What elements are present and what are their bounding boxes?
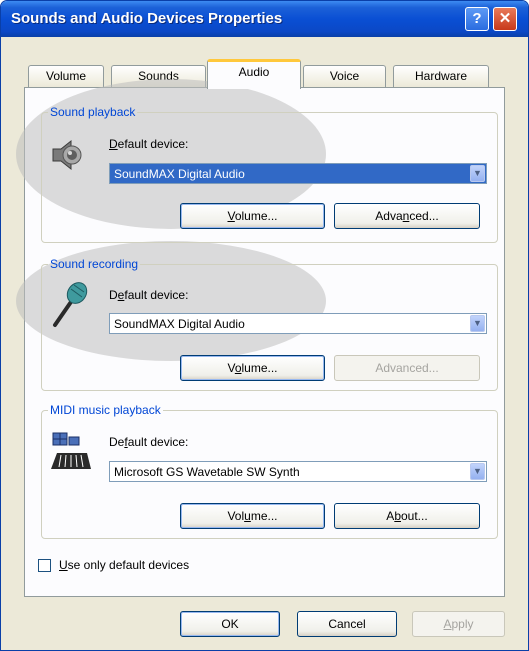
title-bar[interactable]: Sounds and Audio Devices Properties ? ✕ [1,1,528,37]
help-button[interactable]: ? [465,7,489,31]
playback-advanced-button[interactable]: Advanced... [334,203,480,229]
close-icon: ✕ [498,10,512,27]
midi-volume-button[interactable]: Volume... [180,503,325,529]
sound-playback-legend: Sound playback [50,105,136,119]
recording-volume-button[interactable]: Volume... [180,355,325,381]
tab-audio[interactable]: Audio [207,59,301,89]
use-default-devices-label[interactable]: Use only default devices [59,558,189,572]
tab-hardware[interactable]: Hardware [393,65,489,87]
recording-default-device-label: Default device: [109,288,189,302]
midi-keyboard-icon [47,431,95,471]
midi-default-device-label: Default device: [109,435,189,449]
help-icon: ? [472,10,482,27]
window-title: Sounds and Audio Devices Properties [11,10,283,27]
chevron-down-icon[interactable]: ▼ [470,315,485,332]
midi-about-button[interactable]: About... [334,503,480,529]
playback-default-device-label: Default device: [109,137,189,151]
use-default-devices-checkbox[interactable] [38,559,51,572]
apply-button[interactable]: Apply [412,611,505,637]
recording-device-select[interactable]: SoundMAX Digital Audio ▼ [109,313,487,334]
recording-device-value: SoundMAX Digital Audio [114,317,245,331]
midi-device-value: Microsoft GS Wavetable SW Synth [114,465,300,479]
tab-volume[interactable]: Volume [28,65,104,87]
cancel-button[interactable]: Cancel [297,611,397,637]
sound-recording-legend: Sound recording [50,257,139,271]
dialog-window: Sounds and Audio Devices Properties ? ✕ … [0,0,529,651]
recording-advanced-button[interactable]: Advanced... [334,355,480,381]
tab-voice[interactable]: Voice [303,65,386,87]
ok-button[interactable]: OK [180,611,280,637]
playback-device-select[interactable]: SoundMAX Digital Audio ▼ [109,163,487,184]
midi-playback-legend: MIDI music playback [50,403,161,417]
microphone-icon [49,281,91,329]
playback-device-value: SoundMAX Digital Audio [114,167,245,181]
playback-volume-button[interactable]: Volume... [180,203,325,229]
speaker-icon [49,137,93,173]
midi-device-select[interactable]: Microsoft GS Wavetable SW Synth ▼ [109,461,487,482]
close-button[interactable]: ✕ [493,7,517,31]
chevron-down-icon[interactable]: ▼ [470,463,485,480]
chevron-down-icon[interactable]: ▼ [470,165,485,182]
